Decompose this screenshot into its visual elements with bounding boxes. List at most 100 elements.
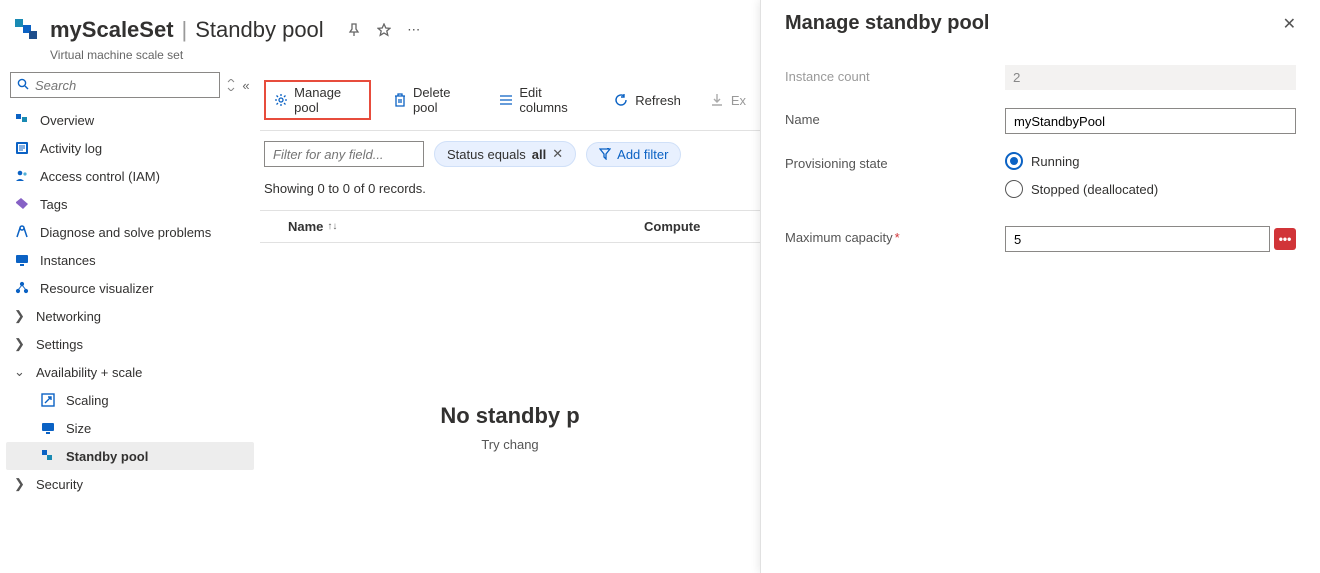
sidebar-item-instances[interactable]: Instances	[6, 246, 254, 274]
column-header-compute[interactable]: Compute	[644, 219, 756, 234]
name-label: Name	[785, 108, 1005, 127]
edit-columns-button[interactable]: Edit columns	[493, 81, 591, 119]
sort-icon[interactable]	[226, 76, 236, 94]
search-input[interactable]	[35, 78, 213, 93]
export-button[interactable]: Ex	[703, 88, 752, 112]
chevron-right-icon: ❯	[14, 308, 26, 324]
gear-icon	[274, 92, 288, 108]
resource-name: myScaleSet	[50, 17, 174, 43]
column-header-name[interactable]: Name ↑↓	[264, 219, 644, 234]
download-icon	[709, 92, 725, 108]
scaleset-icon	[12, 16, 40, 44]
toolbar: Manage pool Delete pool Edit columns Ref…	[260, 70, 760, 131]
more-icon[interactable]: ⋯	[404, 20, 424, 40]
page-header: myScaleSet | Standby pool ⋯	[0, 0, 760, 48]
sidebar-label: Resource visualizer	[40, 281, 153, 296]
chevron-down-icon: ⌄	[14, 364, 26, 380]
search-icon	[17, 78, 29, 93]
table-header: Name ↑↓ Compute	[260, 210, 760, 243]
standby-icon	[40, 448, 56, 464]
empty-title: No standby p	[260, 403, 760, 429]
sidebar-label: Security	[36, 477, 83, 492]
access-icon	[14, 168, 30, 184]
required-indicator: *	[895, 230, 900, 245]
sidebar-item-overview[interactable]: Overview	[6, 106, 254, 134]
scaling-icon	[40, 392, 56, 408]
delete-pool-button[interactable]: Delete pool	[387, 81, 477, 119]
radio-stopped[interactable]: Stopped (deallocated)	[1005, 180, 1296, 198]
instance-count-field	[1005, 65, 1296, 90]
size-icon	[40, 420, 56, 436]
sidebar-group-availability-scale[interactable]: ⌄ Availability + scale	[6, 358, 254, 386]
max-capacity-field[interactable]	[1005, 226, 1270, 252]
sidebar-label: Access control (IAM)	[40, 169, 160, 184]
name-field[interactable]	[1005, 108, 1296, 134]
sidebar-label: Instances	[40, 253, 96, 268]
collapse-sidebar-icon[interactable]: «	[242, 76, 250, 94]
sort-asc-icon: ↑↓	[327, 221, 337, 232]
manage-pool-button[interactable]: Manage pool	[264, 80, 371, 120]
radio-label: Stopped (deallocated)	[1031, 182, 1158, 197]
sidebar: « Overview Activity log Access control (…	[0, 70, 260, 573]
button-label: Manage pool	[294, 85, 361, 115]
sidebar-item-standby-pool[interactable]: Standby pool	[6, 442, 254, 470]
sidebar-group-settings[interactable]: ❯ Settings	[6, 330, 254, 358]
sidebar-group-networking[interactable]: ❯ Networking	[6, 302, 254, 330]
sidebar-label: Standby pool	[66, 449, 148, 464]
pill-prefix: Status equals	[447, 147, 526, 162]
provisioning-state-label: Provisioning state	[785, 152, 1005, 171]
close-icon[interactable]: ✕	[1283, 14, 1296, 34]
add-filter-button[interactable]: Add filter	[586, 142, 681, 167]
button-label: Add filter	[617, 147, 668, 162]
remove-filter-icon[interactable]: ✕	[552, 146, 563, 162]
sidebar-item-scaling[interactable]: Scaling	[6, 386, 254, 414]
instances-icon	[14, 252, 30, 268]
sidebar-label: Tags	[40, 197, 67, 212]
empty-subtitle: Try chang	[260, 437, 760, 452]
diagnose-icon	[14, 224, 30, 240]
sidebar-label: Availability + scale	[36, 365, 142, 380]
sidebar-item-activity-log[interactable]: Activity log	[6, 134, 254, 162]
sidebar-label: Activity log	[40, 141, 102, 156]
tags-icon	[14, 196, 30, 212]
activity-icon	[14, 140, 30, 156]
sidebar-item-tags[interactable]: Tags	[6, 190, 254, 218]
sidebar-item-access-control[interactable]: Access control (IAM)	[6, 162, 254, 190]
col-label: Compute	[644, 219, 700, 234]
sidebar-group-security[interactable]: ❯ Security	[6, 470, 254, 498]
radio-running[interactable]: Running	[1005, 152, 1296, 170]
button-label: Refresh	[635, 93, 681, 108]
trash-icon	[393, 92, 407, 108]
section-title: Standby pool	[195, 17, 323, 43]
refresh-button[interactable]: Refresh	[607, 88, 687, 112]
visualizer-icon	[14, 280, 30, 296]
button-label: Delete pool	[413, 85, 471, 115]
chevron-right-icon: ❯	[14, 476, 26, 492]
refresh-icon	[613, 92, 629, 108]
sidebar-label: Overview	[40, 113, 94, 128]
search-input-wrap[interactable]	[10, 72, 220, 98]
manage-pool-panel: Manage standby pool ✕ Instance count Nam…	[760, 0, 1320, 573]
button-label: Edit columns	[519, 85, 585, 115]
pin-icon[interactable]	[344, 20, 364, 40]
sidebar-label: Size	[66, 421, 91, 436]
resource-type-label: Virtual machine scale set	[0, 48, 760, 70]
pill-value: all	[532, 147, 546, 162]
error-badge-icon[interactable]: •••	[1274, 228, 1296, 250]
col-label: Name	[288, 219, 323, 234]
empty-state: No standby p Try chang	[260, 243, 760, 452]
sidebar-label: Scaling	[66, 393, 109, 408]
filter-icon	[599, 148, 611, 160]
sidebar-item-size[interactable]: Size	[6, 414, 254, 442]
sidebar-label: Networking	[36, 309, 101, 324]
filter-input[interactable]	[264, 141, 424, 167]
status-filter-pill[interactable]: Status equals all ✕	[434, 141, 576, 167]
radio-selected-icon	[1005, 152, 1023, 170]
overview-icon	[14, 112, 30, 128]
sidebar-item-diagnose[interactable]: Diagnose and solve problems	[6, 218, 254, 246]
star-icon[interactable]	[374, 20, 394, 40]
chevron-right-icon: ❯	[14, 336, 26, 352]
radio-unselected-icon	[1005, 180, 1023, 198]
sidebar-item-resource-visualizer[interactable]: Resource visualizer	[6, 274, 254, 302]
sidebar-label: Settings	[36, 337, 83, 352]
